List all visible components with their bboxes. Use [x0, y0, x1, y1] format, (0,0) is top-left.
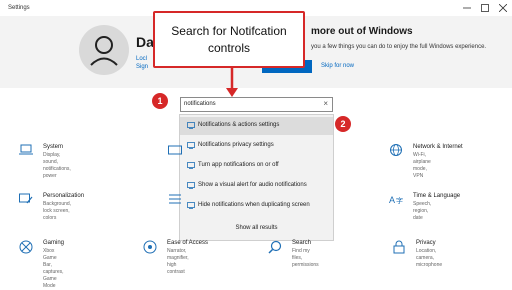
user-name: Da — [136, 34, 154, 50]
lock-icon — [393, 240, 405, 254]
tile-title: Personalization — [43, 193, 85, 199]
tile-subtitle: Xbox Game Bar, captures, Game Mode — [43, 248, 64, 289]
result-notifications-actions[interactable]: Notifications & actions settings — [180, 117, 333, 135]
tile-subtitle: Location, camera, microphone — [416, 248, 443, 268]
search-input[interactable]: notifications — [184, 101, 216, 107]
monitor-icon — [187, 122, 195, 129]
result-label: Notifications & actions settings — [198, 122, 280, 128]
tile-subtitle: Narrator, magnifier, high contrast — [167, 248, 189, 275]
clear-search-icon[interactable]: × — [323, 99, 328, 108]
annotation-arrow — [226, 66, 238, 97]
apps-list-icon — [169, 194, 181, 204]
result-label: Turn app notifications on or off — [198, 162, 279, 168]
laptop-icon — [19, 144, 33, 155]
monitor-icon — [187, 142, 195, 149]
tile-subtitle: Find my files, permissions — [292, 248, 319, 268]
search-results-dropdown: Notifications & actions settings Notific… — [179, 114, 334, 241]
tile-title: Time & Language — [413, 193, 461, 199]
close-button[interactable] — [494, 0, 512, 16]
settings-search-box[interactable]: notifications × — [180, 97, 333, 112]
maximize-icon — [481, 4, 489, 12]
paintbrush-icon — [19, 193, 33, 204]
globe-icon — [390, 144, 402, 156]
show-all-results-link[interactable]: Show all results — [180, 225, 333, 231]
svg-text:A: A — [389, 195, 395, 205]
step-badge-2: 2 — [335, 116, 351, 132]
search-icon — [268, 240, 282, 254]
window-title: Settings — [8, 5, 30, 11]
result-visual-alert[interactable]: Show a visual alert for audio notificati… — [180, 177, 333, 195]
xbox-icon — [19, 240, 33, 254]
result-hide-notifications[interactable]: Hide notifications when duplicating scre… — [180, 197, 333, 215]
result-label: Notifications privacy settings — [198, 142, 274, 148]
maximize-button[interactable] — [476, 0, 494, 16]
skip-for-now-link[interactable]: Skip for now — [321, 63, 354, 69]
result-label: Show a visual alert for audio notificati… — [198, 182, 307, 188]
annotation-callout: Search for Notifcation controls — [153, 11, 305, 68]
keyboard-icon — [168, 145, 182, 155]
monitor-icon — [187, 202, 195, 209]
result-app-notifications-toggle[interactable]: Turn app notifications on or off — [180, 157, 333, 175]
person-icon — [90, 36, 118, 66]
callout-line-2: controls — [207, 41, 251, 55]
ease-of-access-icon — [143, 240, 157, 254]
close-icon — [499, 4, 507, 12]
tile-subtitle: Background, lock screen, colors — [43, 201, 72, 221]
result-label: Hide notifications when duplicating scre… — [198, 202, 310, 208]
avatar — [79, 25, 129, 75]
callout-line-1: Search for Notifcation — [171, 24, 287, 38]
tile-title: Ease of Access — [167, 240, 209, 246]
tile-subtitle: Display, sound, notifications, power — [43, 152, 71, 179]
promo-text: you a few things you can do to enjoy the… — [311, 44, 487, 50]
tile-title: Search — [292, 240, 312, 246]
tile-subtitle: Wi-Fi, airplane mode, VPN — [413, 152, 431, 179]
svg-text:字: 字 — [396, 196, 403, 205]
step-badge-1: 1 — [152, 93, 168, 109]
result-notifications-privacy[interactable]: Notifications privacy settings — [180, 137, 333, 155]
tile-subtitle: Speech, region, date — [413, 201, 432, 221]
tile-title: Network & Internet — [413, 144, 463, 150]
time-language-icon: A字 — [389, 195, 403, 205]
monitor-icon — [187, 162, 195, 169]
tile-title: System — [43, 144, 64, 150]
promo-title: more out of Windows — [311, 26, 413, 37]
tile-title: Gaming — [43, 240, 65, 246]
minimize-icon — [463, 7, 471, 9]
tile-title: Privacy — [416, 240, 436, 246]
sign-in-link[interactable]: Sign — [136, 64, 148, 70]
local-account-link[interactable]: Locl — [136, 56, 147, 62]
minimize-button[interactable] — [458, 0, 476, 16]
monitor-icon — [187, 182, 195, 189]
